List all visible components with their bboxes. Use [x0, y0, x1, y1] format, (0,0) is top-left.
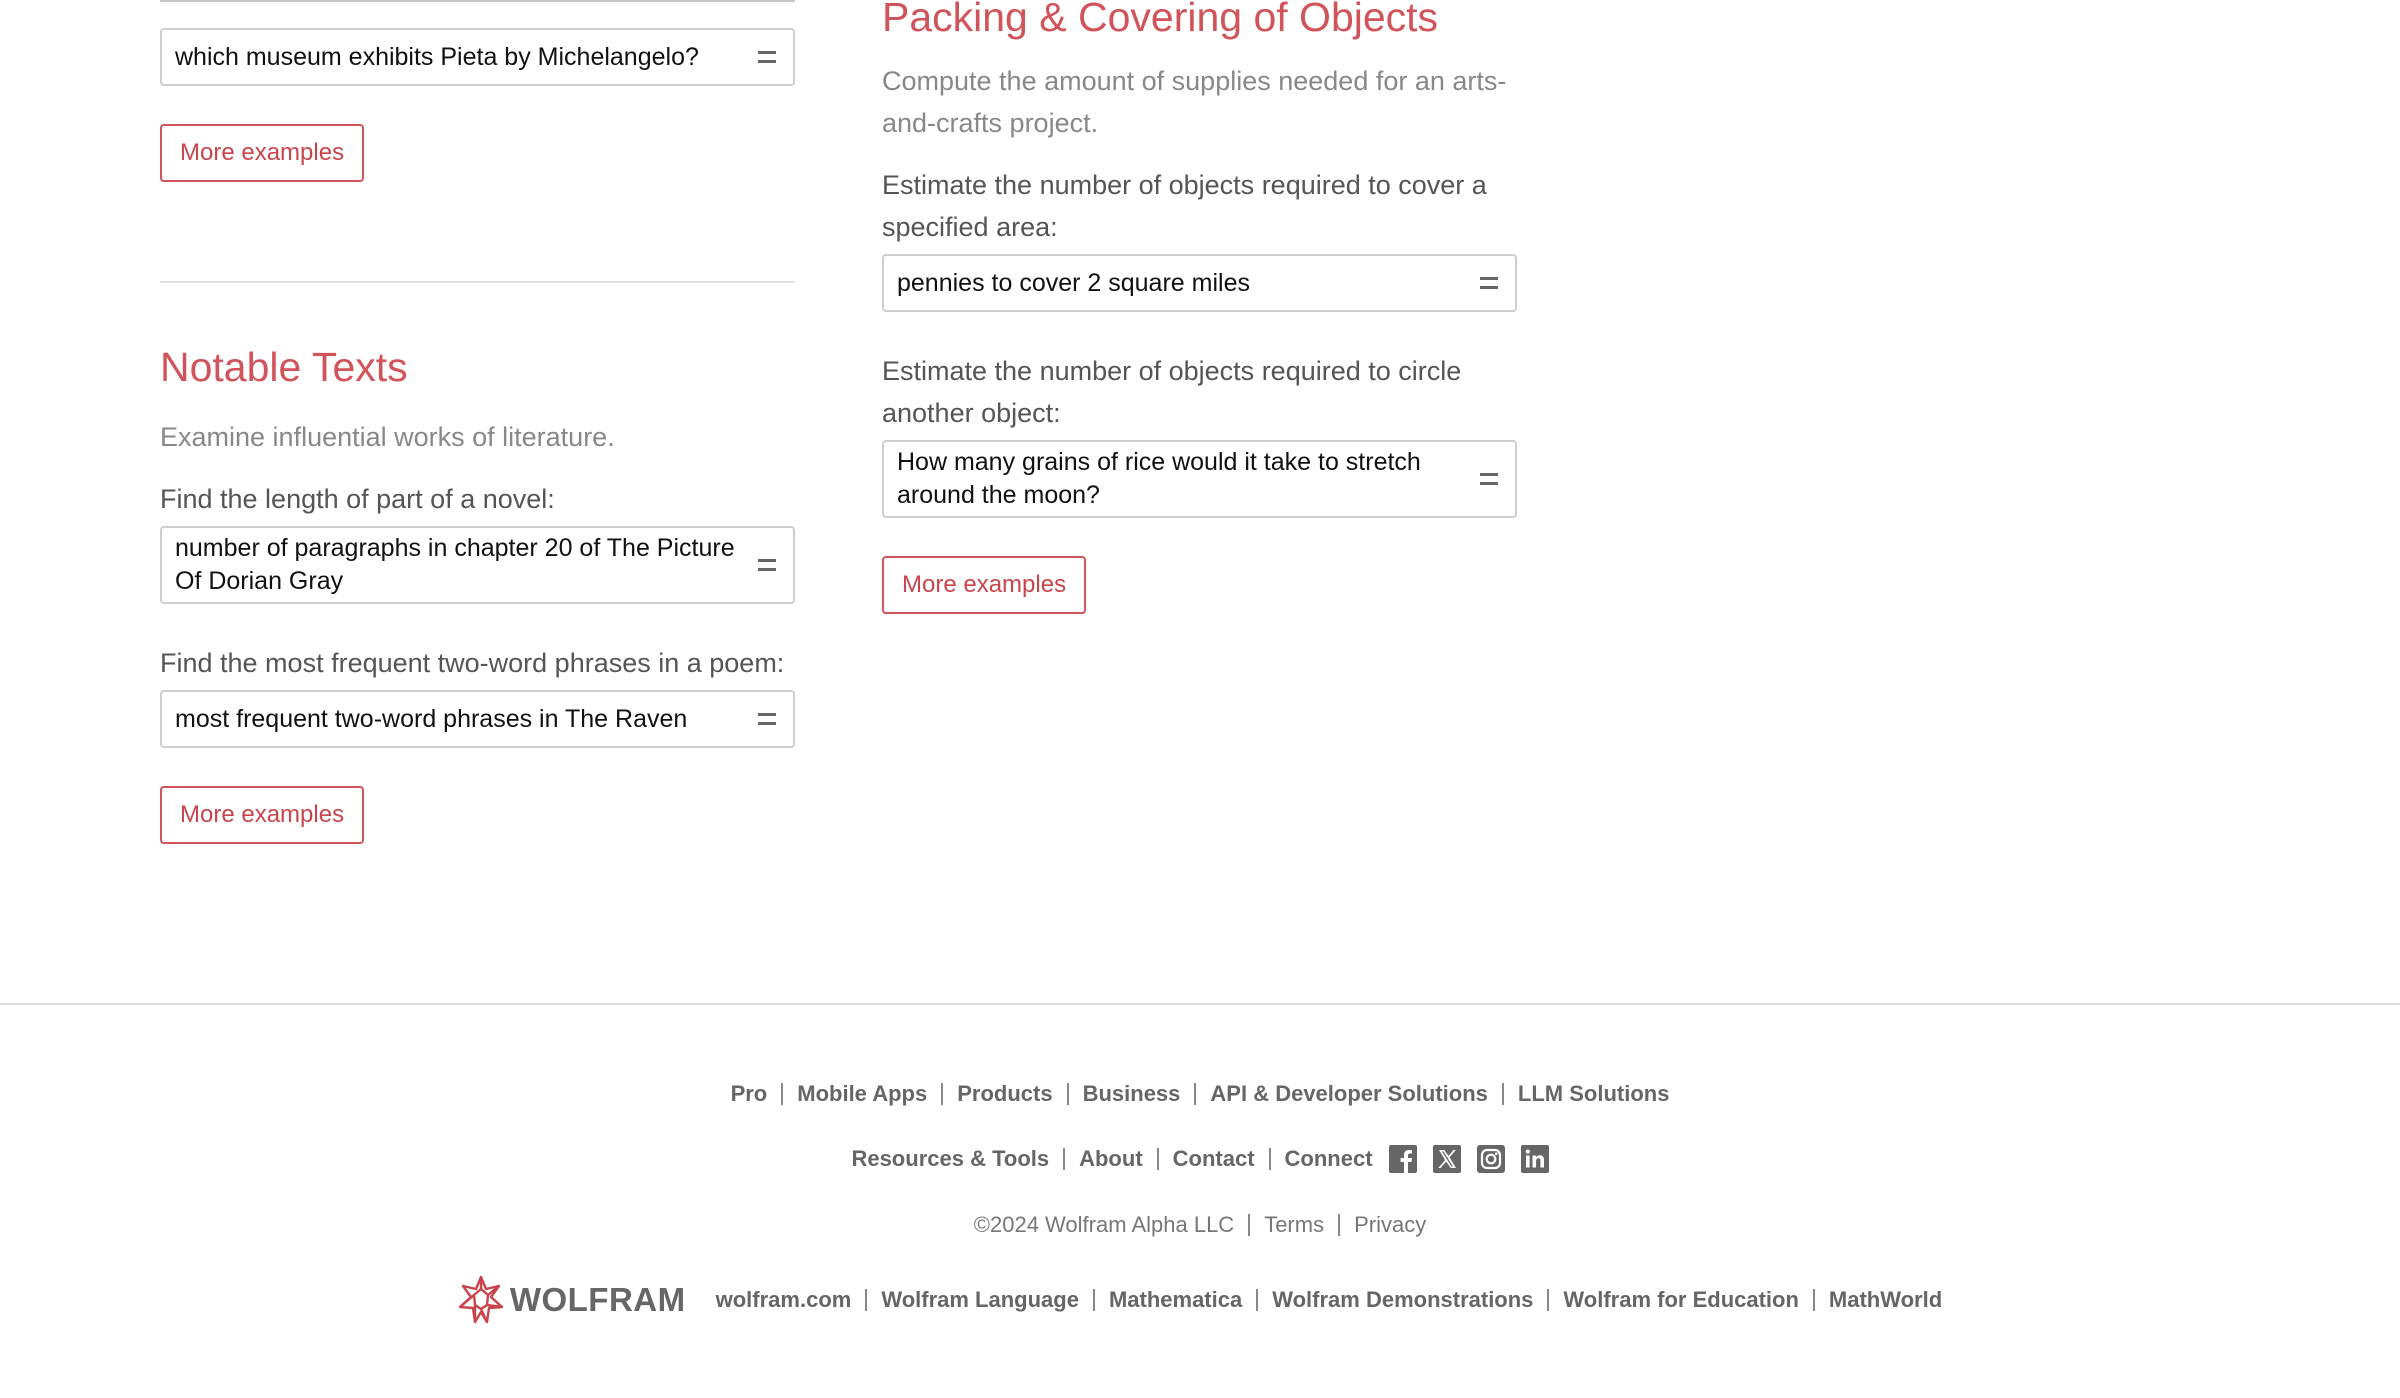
footer-link-llm-solutions[interactable]: LLM Solutions	[1518, 1081, 1670, 1107]
novel-length-prompt: Find the length of part of a novel:	[160, 484, 555, 514]
equals-icon[interactable]	[758, 51, 776, 63]
art-more-examples-button[interactable]: More examples	[160, 124, 365, 182]
poem-phrases-prompt: Find the most frequent two-word phrases …	[160, 648, 785, 678]
poem-phrases-query-input[interactable]: most frequent two-word phrases in The Ra…	[160, 690, 795, 748]
footer-separator	[1066, 1083, 1069, 1105]
footer-separator	[1501, 1083, 1504, 1105]
poem-phrases-query-text: most frequent two-word phrases in The Ra…	[175, 704, 688, 733]
footer-link-terms[interactable]: Terms	[1264, 1212, 1324, 1238]
footer-link-wolfram-language[interactable]: Wolfram Language	[881, 1287, 1079, 1313]
footer-separator	[1812, 1289, 1815, 1311]
footer-separator	[1268, 1148, 1271, 1170]
packing-covering-description: Compute the amount of supplies needed fo…	[882, 66, 1507, 138]
cover-area-prompt: Estimate the number of objects required …	[882, 170, 1487, 242]
wolfram-logo-text: WOLFRAM	[509, 1281, 686, 1318]
footer-separator	[1194, 1083, 1197, 1105]
footer-separator	[781, 1083, 784, 1105]
linkedin-icon[interactable]	[1520, 1145, 1549, 1173]
footer-separator	[1256, 1289, 1259, 1311]
footer-divider	[0, 1003, 2400, 1005]
footer-link-wolfram-education[interactable]: Wolfram for Education	[1563, 1287, 1799, 1313]
equals-icon[interactable]	[758, 559, 776, 571]
notable-texts-description: Examine influential works of literature.	[160, 422, 615, 452]
footer-link-mobile-apps[interactable]: Mobile Apps	[797, 1081, 927, 1107]
footer-primary-links: Pro Mobile Apps Products Business API & …	[0, 1076, 2400, 1112]
cover-area-query-text: pennies to cover 2 square miles	[897, 268, 1250, 297]
facebook-icon[interactable]	[1388, 1145, 1417, 1173]
x-icon[interactable]	[1432, 1145, 1461, 1173]
footer-separator	[1156, 1148, 1159, 1170]
art-query-input[interactable]: which museum exhibits Pieta by Michelang…	[160, 28, 795, 86]
footer-link-privacy[interactable]: Privacy	[1354, 1212, 1426, 1238]
footer-secondary-links: Resources & Tools About Contact Connect	[0, 1141, 2400, 1177]
footer-link-mathworld[interactable]: MathWorld	[1829, 1287, 1942, 1313]
footer-link-resources-tools[interactable]: Resources & Tools	[851, 1146, 1049, 1172]
top-divider	[160, 0, 795, 2]
equals-icon[interactable]	[1480, 473, 1498, 485]
footer-separator	[1063, 1148, 1066, 1170]
footer-link-products[interactable]: Products	[957, 1081, 1052, 1107]
footer-link-mathematica[interactable]: Mathematica	[1109, 1287, 1242, 1313]
footer-link-contact[interactable]: Contact	[1173, 1146, 1255, 1172]
notable-texts-more-examples-button[interactable]: More examples	[160, 786, 365, 844]
wolfram-logo[interactable]: WOLFRAM	[458, 1275, 686, 1325]
circle-object-query-text: How many grains of rice would it take to…	[897, 448, 1421, 509]
circle-object-prompt: Estimate the number of objects required …	[882, 356, 1462, 428]
footer-link-connect[interactable]: Connect	[1285, 1146, 1373, 1172]
wolfram-spikey-icon	[458, 1275, 504, 1324]
art-query-text: which museum exhibits Pieta by Michelang…	[175, 42, 699, 71]
footer-separator	[865, 1289, 868, 1311]
packing-covering-title: Packing & Covering of Objects	[882, 0, 1439, 40]
footer-link-wolfram-com[interactable]: wolfram.com	[716, 1287, 852, 1313]
footer-link-wolfram-demonstrations[interactable]: Wolfram Demonstrations	[1272, 1287, 1533, 1313]
footer-separator	[1547, 1289, 1550, 1311]
cover-area-query-input[interactable]: pennies to cover 2 square miles	[882, 254, 1517, 312]
novel-length-query-text: number of paragraphs in chapter 20 of Th…	[175, 534, 735, 595]
section-divider	[160, 281, 795, 283]
footer-wolfram-links: WOLFRAM wolfram.com Wolfram Language Mat…	[0, 1274, 2400, 1326]
footer-link-about[interactable]: About	[1079, 1146, 1143, 1172]
copyright-text: ©2024 Wolfram Alpha LLC	[973, 1212, 1235, 1237]
footer-separator	[1092, 1289, 1095, 1311]
footer-link-pro[interactable]: Pro	[731, 1081, 768, 1107]
footer-separator	[1338, 1214, 1341, 1236]
footer-separator	[941, 1083, 944, 1105]
footer-separator	[1248, 1214, 1251, 1236]
footer-link-api-developer[interactable]: API & Developer Solutions	[1210, 1081, 1488, 1107]
equals-icon[interactable]	[1480, 277, 1498, 289]
equals-icon[interactable]	[758, 713, 776, 725]
notable-texts-title: Notable Texts	[160, 344, 408, 390]
circle-object-query-input[interactable]: How many grains of rice would it take to…	[882, 440, 1517, 518]
packing-more-examples-button[interactable]: More examples	[882, 556, 1087, 614]
novel-length-query-input[interactable]: number of paragraphs in chapter 20 of Th…	[160, 526, 795, 604]
footer-link-business[interactable]: Business	[1083, 1081, 1181, 1107]
footer-legal: ©2024 Wolfram Alpha LLC Terms Privacy	[0, 1207, 2400, 1243]
instagram-icon[interactable]	[1476, 1145, 1505, 1173]
